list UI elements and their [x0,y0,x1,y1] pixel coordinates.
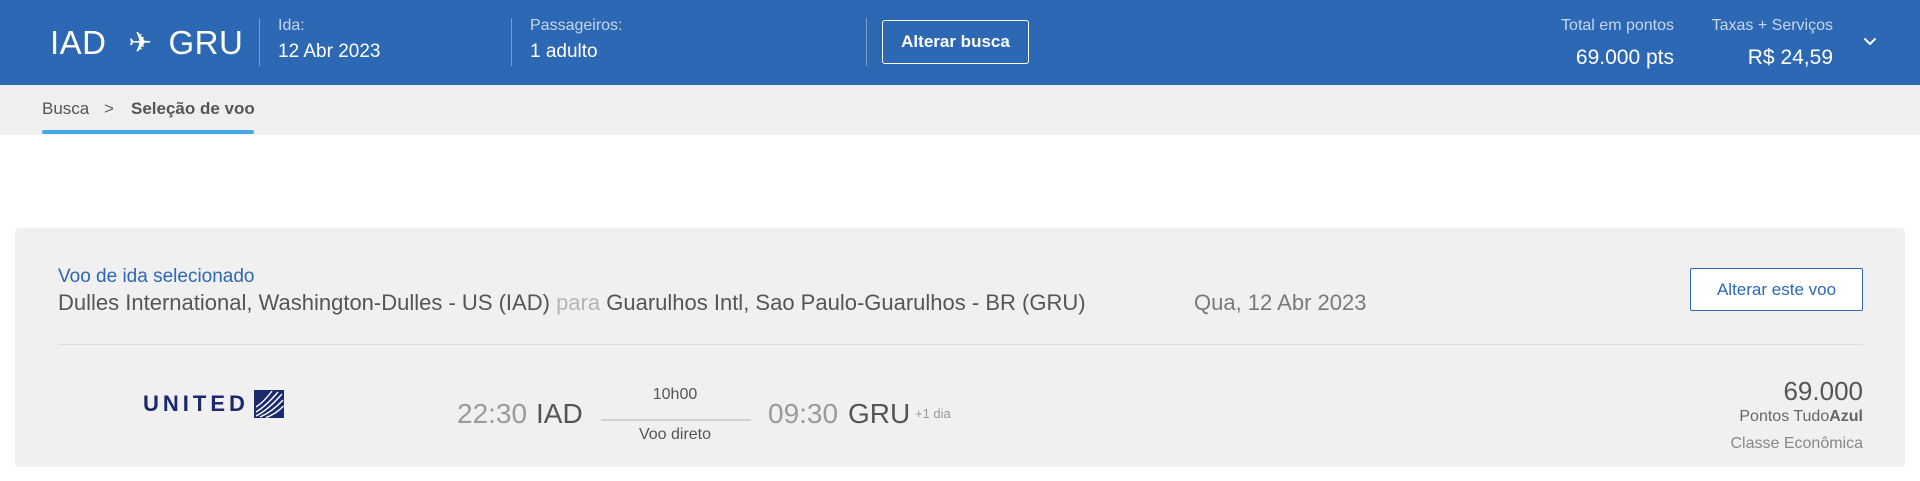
change-search-button[interactable]: Alterar busca [882,20,1029,64]
total-points-label: Total em pontos [1561,17,1674,34]
arrival-airport-code: GRU [848,398,911,429]
taxes-label: Taxas + Serviços [1711,17,1833,34]
points-label-prefix: Pontos Tudo [1739,408,1830,425]
departure-time: 22:30 [457,398,528,429]
origin-code: IAD [50,24,107,61]
selected-flight-route: Dulles International, Washington-Dulles … [58,290,1086,316]
divider [58,344,1863,345]
divider [511,18,512,66]
airline-logo-text: UNITED [143,391,249,416]
flight-duration: 10h00 [652,386,698,403]
points-label-brand: Azul [1829,408,1863,425]
search-summary-header: IAD ✈ GRU Ida: 12 Abr 2023 Passageiros: … [0,0,1920,85]
cabin-class: Classe Econômica [1730,435,1864,452]
selected-flight-title: Voo de ida selecionado [58,266,255,287]
change-flight-button[interactable]: Alterar este voo [1690,268,1863,311]
departure-airport-code: IAD [536,398,583,429]
selected-flight-card: Voo de ida selecionado Dulles Internatio… [15,228,1905,467]
breadcrumb-item-current: Seleção de voo [131,99,255,118]
breadcrumb-separator: > [104,99,114,118]
united-globe-icon [253,390,284,418]
total-points-value: 69.000 pts [1575,46,1674,69]
chevron-down-icon[interactable] [1862,34,1878,50]
airline-logo: UNITED [143,390,284,418]
flight-points: 69.000 [1783,376,1863,406]
destination-code: GRU [168,24,244,61]
breadcrumb-active-indicator [42,130,254,134]
points-program-label: Pontos TudoAzul [1739,408,1863,426]
taxes-value: R$ 24,59 [1747,46,1833,69]
airplane-icon: ✈ [128,26,153,58]
flight-date: Qua, 12 Abr 2023 [1194,290,1367,315]
ida-date: 12 Abr 2023 [278,41,381,62]
breadcrumb: Busca > Seleção de voo [0,85,1920,135]
ida-label: Ida: [278,17,305,34]
flight-stops: Voo direto [638,426,712,443]
duration-line [601,419,751,421]
passengers-label: Passageiros: [530,17,623,34]
passengers-value: 1 adulto [530,41,598,62]
destination-airport: Guarulhos Intl, Sao Paulo-Guarulhos - BR… [606,290,1086,315]
arrival-time: 09:30 [768,398,839,429]
day-offset-badge: +1 dia [915,406,951,421]
route-summary: IAD ✈ GRU [50,24,243,62]
breadcrumb-item-busca[interactable]: Busca [42,99,89,119]
divider [259,18,260,66]
divider [866,18,867,66]
origin-airport: Dulles International, Washington-Dulles … [58,290,550,315]
route-connector: para [556,290,601,315]
